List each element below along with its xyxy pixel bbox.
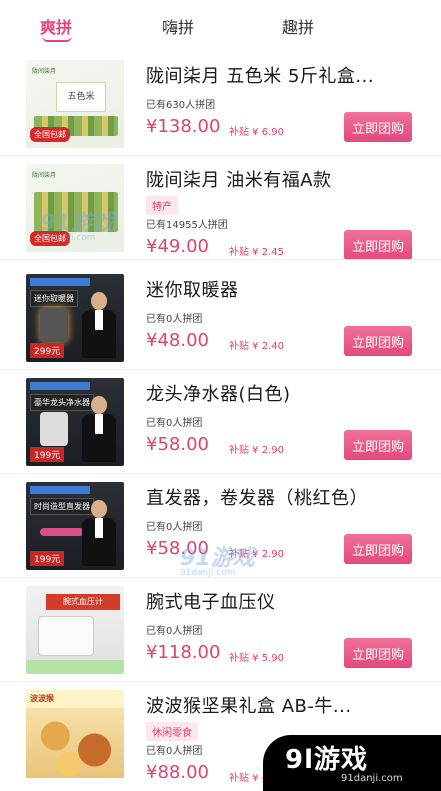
product-title[interactable]: 陇间柒月 油米有福A款 <box>146 166 332 192</box>
thumb-top-bar <box>30 278 90 286</box>
product-image[interactable]: 迷你取暖器 299元 <box>26 274 124 362</box>
joined-count: 已有0人拼团 <box>146 626 203 637</box>
product-item[interactable]: 迷你取暖器 299元 迷你取暖器 已有0人拼团 ¥48.00 补贴 ¥ 2.40… <box>0 266 441 370</box>
subsidy-amount: 补贴 ¥ 5.90 <box>229 653 284 664</box>
product-image[interactable]: 豪华龙头净水器 199元 <box>26 378 124 466</box>
thumb-box-label: 五色米 <box>56 82 106 112</box>
product-price: ¥88.00 <box>146 762 209 783</box>
group-buy-tabs: 爽拼 嗨拼 趣拼 <box>0 0 441 48</box>
product-title[interactable]: 陇间柒月 五色米 5斤礼盒... <box>146 62 374 88</box>
subsidy-amount: 补贴 ¥ 2.45 <box>229 247 284 258</box>
thumb-banner: 腕式血压计 <box>46 594 120 610</box>
thumb-top-bar <box>30 486 90 494</box>
joined-count: 已有14955人拼团 <box>146 220 228 231</box>
product-price: ¥49.00 <box>146 236 209 257</box>
tab-shuangpin[interactable]: 爽拼 <box>40 14 72 38</box>
thumb-banner: 迷你取暖器 <box>30 290 78 307</box>
tab-haipin[interactable]: 嗨拼 <box>162 14 194 38</box>
thumb-price-chip: 199元 <box>30 551 65 566</box>
product-item[interactable]: 腕式血压计 腕式电子血压仪 已有0人拼团 ¥118.00 补贴 ¥ 5.90 立… <box>0 578 441 682</box>
product-title[interactable]: 直发器，卷发器（桃红色） <box>146 484 368 510</box>
thumb-brand: 陇间柒月 <box>32 68 57 75</box>
product-image[interactable]: 陇间柒月 五色米 全国包邮 <box>26 60 124 148</box>
subsidy-amount: 补贴 ¥ 2.90 <box>229 445 284 456</box>
product-image[interactable]: 波波猴 <box>26 690 124 786</box>
product-title[interactable]: 腕式电子血压仪 <box>146 588 276 614</box>
thumb-top-bar <box>30 382 90 390</box>
logo-text: 9l游戏 <box>285 745 369 775</box>
buy-now-button[interactable]: 立即团购 <box>344 326 412 356</box>
buy-now-button[interactable]: 立即团购 <box>344 638 412 668</box>
product-title[interactable]: 迷你取暖器 <box>146 276 239 302</box>
active-tab-indicator <box>42 36 72 42</box>
nuts-image <box>26 708 124 778</box>
brand-logo: 波波猴 <box>30 694 54 703</box>
watermark: 91游戏 91danji.com <box>180 546 255 578</box>
category-tag: 特产 <box>146 196 178 215</box>
buy-now-button[interactable]: 立即团购 <box>344 534 412 564</box>
free-shipping-badge: 全国包邮 <box>30 127 70 142</box>
product-image[interactable]: 腕式血压计 <box>26 586 124 674</box>
product-title[interactable]: 波波猴坚果礼盒 AB-牛... <box>146 692 352 718</box>
thumb-price-chip: 299元 <box>30 343 65 358</box>
buy-now-button[interactable]: 立即团购 <box>344 230 412 260</box>
joined-count: 已有630人拼团 <box>146 100 216 111</box>
product-price: ¥118.00 <box>146 642 221 663</box>
presenter-image <box>82 396 116 462</box>
tab-qupin[interactable]: 趣拼 <box>282 14 314 38</box>
joined-count: 已有0人拼团 <box>146 314 203 325</box>
presenter-image <box>82 292 116 358</box>
divider <box>0 259 441 260</box>
product-item[interactable]: 豪华龙头净水器 199元 龙头净水器(白色) 已有0人拼团 ¥58.00 补贴 … <box>0 370 441 474</box>
product-title[interactable]: 龙头净水器(白色) <box>146 380 291 406</box>
subsidy-amount: 补贴 ¥ 2.40 <box>229 341 284 352</box>
joined-count: 已有0人拼团 <box>146 746 203 757</box>
category-tag: 休闲零食 <box>146 722 198 741</box>
joined-count: 已有0人拼团 <box>146 522 203 533</box>
watermark: 91游戏 91danji.com <box>40 211 115 243</box>
thumb-bottom-strip <box>26 660 124 674</box>
product-price: ¥138.00 <box>146 116 221 137</box>
product-image[interactable]: 时尚造型直发器 199元 <box>26 482 124 570</box>
product-price: ¥58.00 <box>146 434 209 455</box>
monitor-image <box>38 616 94 656</box>
thumb-price-chip: 199元 <box>30 447 65 462</box>
product-price: ¥48.00 <box>146 330 209 351</box>
purifier-image <box>40 412 68 446</box>
heater-image <box>40 308 68 342</box>
buy-now-button[interactable]: 立即团购 <box>344 430 412 460</box>
presenter-image <box>82 500 116 566</box>
joined-count: 已有0人拼团 <box>146 418 203 429</box>
site-logo: 9l游戏 91danji.com <box>263 735 441 791</box>
logo-url: 91danji.com <box>341 773 403 784</box>
subsidy-amount: 补贴 ¥ 6.90 <box>229 127 284 138</box>
product-item[interactable]: 陇间柒月 五色米 全国包邮 陇间柒月 五色米 5斤礼盒... 已有630人拼团 … <box>0 52 441 156</box>
buy-now-button[interactable]: 立即团购 <box>344 112 412 142</box>
thumb-brand: 陇间柒月 <box>32 172 57 179</box>
straightener-image <box>40 528 84 536</box>
